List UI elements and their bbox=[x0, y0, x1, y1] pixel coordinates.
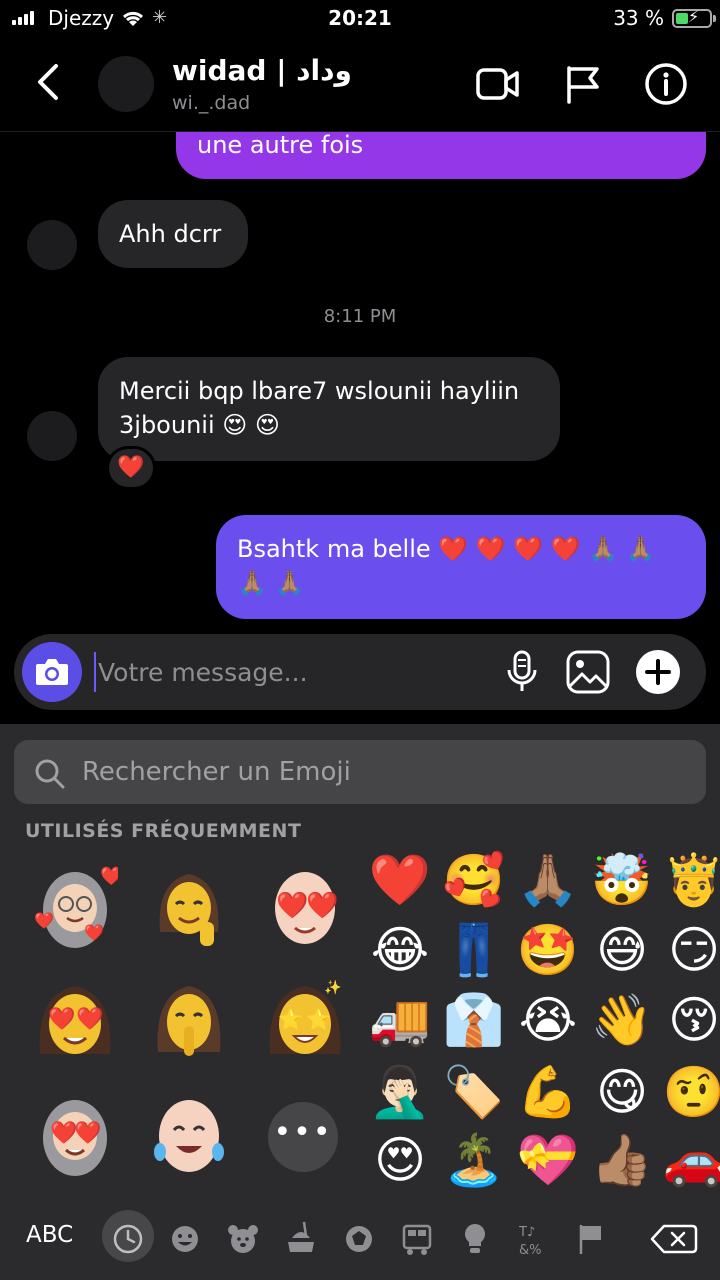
emoji-key[interactable]: 👔 bbox=[440, 986, 508, 1054]
microphone-icon[interactable] bbox=[504, 650, 540, 694]
svg-text:❤️: ❤️ bbox=[84, 923, 104, 942]
emoji-key[interactable]: 😅 bbox=[588, 916, 656, 984]
memoji-sticker-star-eyes[interactable]: ⭐ ⭐ ✨ bbox=[262, 976, 348, 1066]
message-bubble-incoming[interactable]: Mercii bqp lbare7 wslounii hayliin 3jbou… bbox=[98, 357, 560, 461]
message-text: Bsahtk ma belle ❤️ ❤️ ❤️ ❤️ 🙏🏽 🙏🏽 bbox=[237, 535, 656, 563]
contact-avatar[interactable] bbox=[98, 56, 154, 112]
message-list[interactable]: une autre fois Ahh dcrr 8:11 PM Mercii b… bbox=[0, 132, 720, 622]
clock: 20:21 bbox=[328, 6, 392, 30]
message-text: 3jbounii 😍 😍 bbox=[119, 411, 280, 439]
emoji-key[interactable]: 🤩 bbox=[514, 916, 582, 984]
emoji-key[interactable]: 😋 bbox=[588, 1058, 656, 1126]
memoji-sticker-bald-heart-eyes[interactable]: ❤️❤️ bbox=[262, 862, 348, 952]
message-text: Mercii bqp lbare7 wslounii hayliin bbox=[119, 377, 520, 405]
emoji-key[interactable]: 👋 bbox=[588, 986, 656, 1054]
emoji-key[interactable]: 😏 bbox=[660, 916, 720, 984]
animals-icon[interactable] bbox=[220, 1216, 266, 1262]
sender-avatar[interactable] bbox=[27, 411, 77, 461]
message-bubble-incoming[interactable]: Ahh dcrr bbox=[98, 200, 248, 268]
memoji-sticker-fingers-crossed[interactable] bbox=[146, 862, 232, 952]
emoji-key[interactable]: 🙏🏽 bbox=[514, 846, 582, 914]
report-flag-icon[interactable] bbox=[564, 64, 602, 104]
svg-text:❤️: ❤️ bbox=[48, 1006, 76, 1032]
emoji-key[interactable]: 😍 bbox=[366, 1126, 434, 1194]
memoji-sticker-hijab-hearts[interactable]: ❤️ ❤️ ❤️ bbox=[32, 862, 118, 952]
emoji-key[interactable]: 🤯 bbox=[588, 846, 656, 914]
delete-icon[interactable] bbox=[648, 1216, 700, 1262]
camera-button[interactable] bbox=[22, 642, 82, 702]
message-text: 🙏🏽 🙏🏽 bbox=[237, 569, 305, 597]
message-text: une autre fois bbox=[197, 132, 364, 159]
emoji-key[interactable]: 🚗 bbox=[660, 1126, 720, 1194]
more-stickers-button[interactable]: ••• bbox=[268, 1102, 338, 1172]
symbols-icon[interactable]: T♪ &% bbox=[510, 1216, 556, 1262]
svg-text:❤️: ❤️ bbox=[306, 891, 339, 921]
heart-reaction[interactable]: ❤️ bbox=[106, 446, 156, 490]
emoji-search-input[interactable] bbox=[82, 752, 682, 792]
emoji-key[interactable]: 😂 bbox=[366, 916, 434, 984]
emoji-key[interactable]: 👖 bbox=[440, 916, 508, 984]
food-icon[interactable] bbox=[278, 1216, 324, 1262]
emoji-key[interactable]: 🚚 bbox=[366, 986, 434, 1054]
memoji-sticker-tears-of-joy[interactable] bbox=[146, 1090, 232, 1180]
message-input[interactable] bbox=[94, 652, 494, 692]
emoji-key[interactable]: 😭 bbox=[514, 986, 582, 1054]
svg-text:T♪: T♪ bbox=[518, 1225, 535, 1240]
emoji-key[interactable]: 🏷️ bbox=[440, 1058, 508, 1126]
abc-keyboard-button[interactable]: ABC bbox=[26, 1222, 73, 1248]
emoji-key[interactable]: 🥰 bbox=[440, 846, 508, 914]
section-title: UTILISÉS FRÉQUEMMENT bbox=[25, 820, 302, 842]
plus-icon bbox=[645, 659, 671, 685]
status-bar: Djezzy ✳ 20:21 33 % ⚡ bbox=[0, 0, 720, 36]
emoji-key[interactable]: 👍🏽 bbox=[588, 1126, 656, 1194]
recent-icon[interactable] bbox=[105, 1216, 151, 1262]
gallery-icon[interactable] bbox=[566, 650, 610, 694]
svg-text:&%: &% bbox=[519, 1243, 542, 1258]
emoji-key[interactable]: 😚 bbox=[660, 986, 720, 1054]
svg-text:⭐: ⭐ bbox=[306, 1007, 331, 1031]
emoji-key[interactable]: 💝 bbox=[514, 1126, 582, 1194]
camera-icon bbox=[36, 659, 68, 685]
emoji-category-bar: ABC T♪ &% bbox=[0, 1208, 720, 1268]
emoji-key[interactable]: 🤨 bbox=[660, 1058, 720, 1126]
flags-icon[interactable] bbox=[568, 1216, 614, 1262]
search-icon bbox=[35, 759, 65, 789]
emoji-key[interactable]: 🤦🏻‍♂️ bbox=[366, 1058, 434, 1126]
emoji-search-box[interactable] bbox=[14, 740, 706, 804]
message-timestamp: 8:11 PM bbox=[323, 306, 397, 327]
message-composer bbox=[14, 634, 706, 710]
sender-avatar[interactable] bbox=[27, 220, 77, 270]
objects-icon[interactable] bbox=[452, 1216, 498, 1262]
contact-handle[interactable]: wi._.dad bbox=[172, 92, 250, 114]
add-button[interactable] bbox=[636, 650, 680, 694]
svg-text:❤️: ❤️ bbox=[74, 1120, 102, 1146]
chat-header: widad | وداد wi._.dad bbox=[0, 36, 720, 132]
svg-text:❤️: ❤️ bbox=[276, 891, 309, 921]
emoji-keyboard: UTILISÉS FRÉQUEMMENT ❤️❤️❤️ ❤️❤️ ❤️❤️ ⭐⭐ bbox=[0, 724, 720, 1280]
emoji-key[interactable]: 🤴 bbox=[660, 846, 720, 914]
smileys-icon[interactable] bbox=[162, 1216, 208, 1262]
travel-icon[interactable] bbox=[394, 1216, 440, 1262]
contact-name[interactable]: widad | وداد bbox=[172, 54, 352, 87]
message-bubble-outgoing[interactable]: Bsahtk ma belle ❤️ ❤️ ❤️ ❤️ 🙏🏽 🙏🏽 🙏🏽 🙏🏽 bbox=[216, 515, 706, 619]
memoji-sticker-hijab-heart-eyes[interactable]: ❤️❤️ bbox=[32, 1090, 118, 1180]
emoji-key[interactable]: ❤️ bbox=[366, 846, 434, 914]
memoji-sticker-heart-eyes[interactable]: ❤️ ❤️ bbox=[32, 976, 118, 1066]
svg-text:❤️: ❤️ bbox=[76, 1006, 104, 1032]
info-icon[interactable] bbox=[644, 62, 688, 106]
video-call-icon[interactable] bbox=[476, 66, 520, 102]
svg-text:❤️: ❤️ bbox=[34, 911, 54, 930]
emoji-key[interactable]: 💪 bbox=[514, 1058, 582, 1126]
back-icon[interactable] bbox=[32, 62, 66, 102]
emoji-key[interactable]: 🏝️ bbox=[440, 1126, 508, 1194]
battery-icon: ⚡ bbox=[672, 7, 716, 28]
svg-text:⭐: ⭐ bbox=[278, 1007, 303, 1031]
memoji-sticker-shush[interactable] bbox=[146, 976, 232, 1066]
message-bubble-outgoing[interactable]: une autre fois bbox=[176, 132, 706, 179]
svg-text:✨: ✨ bbox=[324, 979, 341, 996]
activity-icon[interactable] bbox=[336, 1216, 382, 1262]
battery-percentage: 33 % bbox=[613, 6, 664, 30]
svg-text:❤️: ❤️ bbox=[100, 866, 118, 887]
message-text: Ahh dcrr bbox=[119, 220, 222, 248]
